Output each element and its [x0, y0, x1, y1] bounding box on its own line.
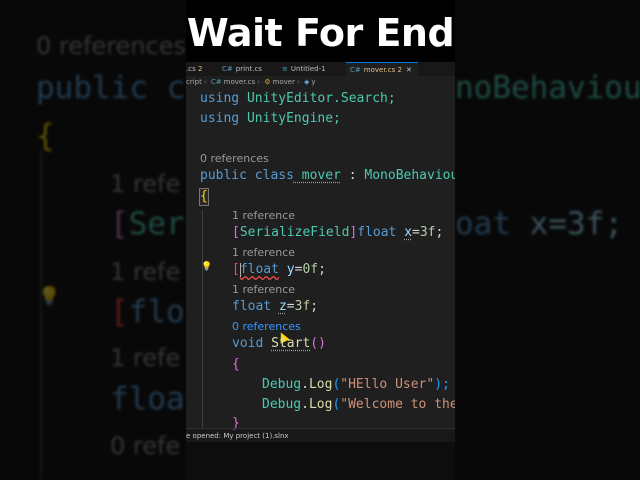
variable-token: z [278, 299, 287, 314]
punct-token: . [301, 397, 309, 412]
parens-token: () [310, 336, 326, 351]
punct-token: . [301, 377, 309, 392]
operator-token: = [412, 225, 420, 240]
code-line-log2: Debug.Log("Welcome to the [262, 397, 455, 413]
punct-token: ; [435, 225, 444, 240]
number-token: 3f [294, 299, 311, 314]
keyword-token: float [232, 299, 272, 314]
attribute-token: SerializeField [239, 225, 350, 240]
code-line-log1: Debug.Log("HEllo User"); [262, 377, 450, 393]
indent-guide [202, 210, 203, 428]
text-cursor [240, 263, 241, 277]
number-token: 0f [302, 262, 319, 277]
bracket-token: [ [232, 225, 240, 240]
codelens-start[interactable]: 0 references [232, 320, 301, 333]
paren-token: ); [434, 377, 450, 392]
string-token: "Welcome to the [340, 397, 455, 412]
code-line-using-search: using UnityEditor.Search; [200, 91, 396, 107]
lightbulb-icon[interactable]: 💡 [201, 262, 212, 272]
status-divider [186, 428, 455, 429]
variable-token: y [286, 262, 295, 277]
method-token: Log [308, 397, 333, 412]
number-token: 3f [419, 225, 436, 240]
operator-token: = [286, 299, 295, 314]
class-token: Debug [262, 397, 302, 412]
code-line-brace-open: { [199, 188, 209, 206]
variable-token: x [404, 225, 413, 240]
code-area[interactable]: using UnityEditor.Search; using UnityEng… [186, 62, 455, 442]
video-title: Wait For End [186, 0, 455, 62]
method-name-token: Start [271, 336, 311, 351]
string-token: "HEllo User" [340, 377, 435, 392]
keyword-token: class [246, 168, 294, 183]
namespace-token: UnityEditor.Search; [239, 91, 396, 106]
code-line-brace-start: { [232, 357, 240, 372]
keyword-token: float [357, 225, 397, 240]
code-editor: .cs 2 C# print.cs ≡ Untitled-1 C# mover.cs … [186, 62, 455, 442]
keyword-token: using [200, 111, 240, 126]
base-class-token: MonoBehaviou [364, 168, 455, 183]
punct-token: ; [310, 299, 319, 314]
codelens-x[interactable]: 1 reference [232, 209, 295, 222]
punct-token: ; [318, 262, 326, 277]
code-line-class-decl: public class mover : MonoBehaviou [200, 168, 455, 184]
class-name-token: mover [293, 168, 341, 183]
code-line-field-y: [float y=0f; [232, 262, 326, 278]
class-token: Debug [262, 377, 302, 392]
method-token: Log [308, 377, 333, 392]
codelens-z[interactable]: 1 reference [232, 283, 295, 296]
keyword-token: void [232, 336, 264, 351]
codelens-class[interactable]: 0 references [200, 152, 269, 165]
code-line-start-decl: void Start() [232, 336, 326, 352]
code-line-using-engine: using UnityEngine; [200, 111, 341, 127]
left-shade [0, 0, 186, 480]
code-line-field-x: [SerializeField]float x=3f; [232, 225, 443, 241]
right-shade [455, 0, 640, 480]
keyword-token: using [200, 91, 240, 106]
keyword-token: public [200, 168, 247, 183]
status-bar: e opened: My project (1).slnx [186, 430, 455, 442]
code-line-field-z: float z=3f; [232, 299, 318, 315]
bracket-token: [ [232, 262, 240, 277]
punct-token: : [340, 168, 365, 183]
keyword-token: float [239, 262, 279, 277]
namespace-token: UnityEngine; [239, 111, 341, 126]
codelens-y[interactable]: 1 reference [232, 246, 295, 259]
